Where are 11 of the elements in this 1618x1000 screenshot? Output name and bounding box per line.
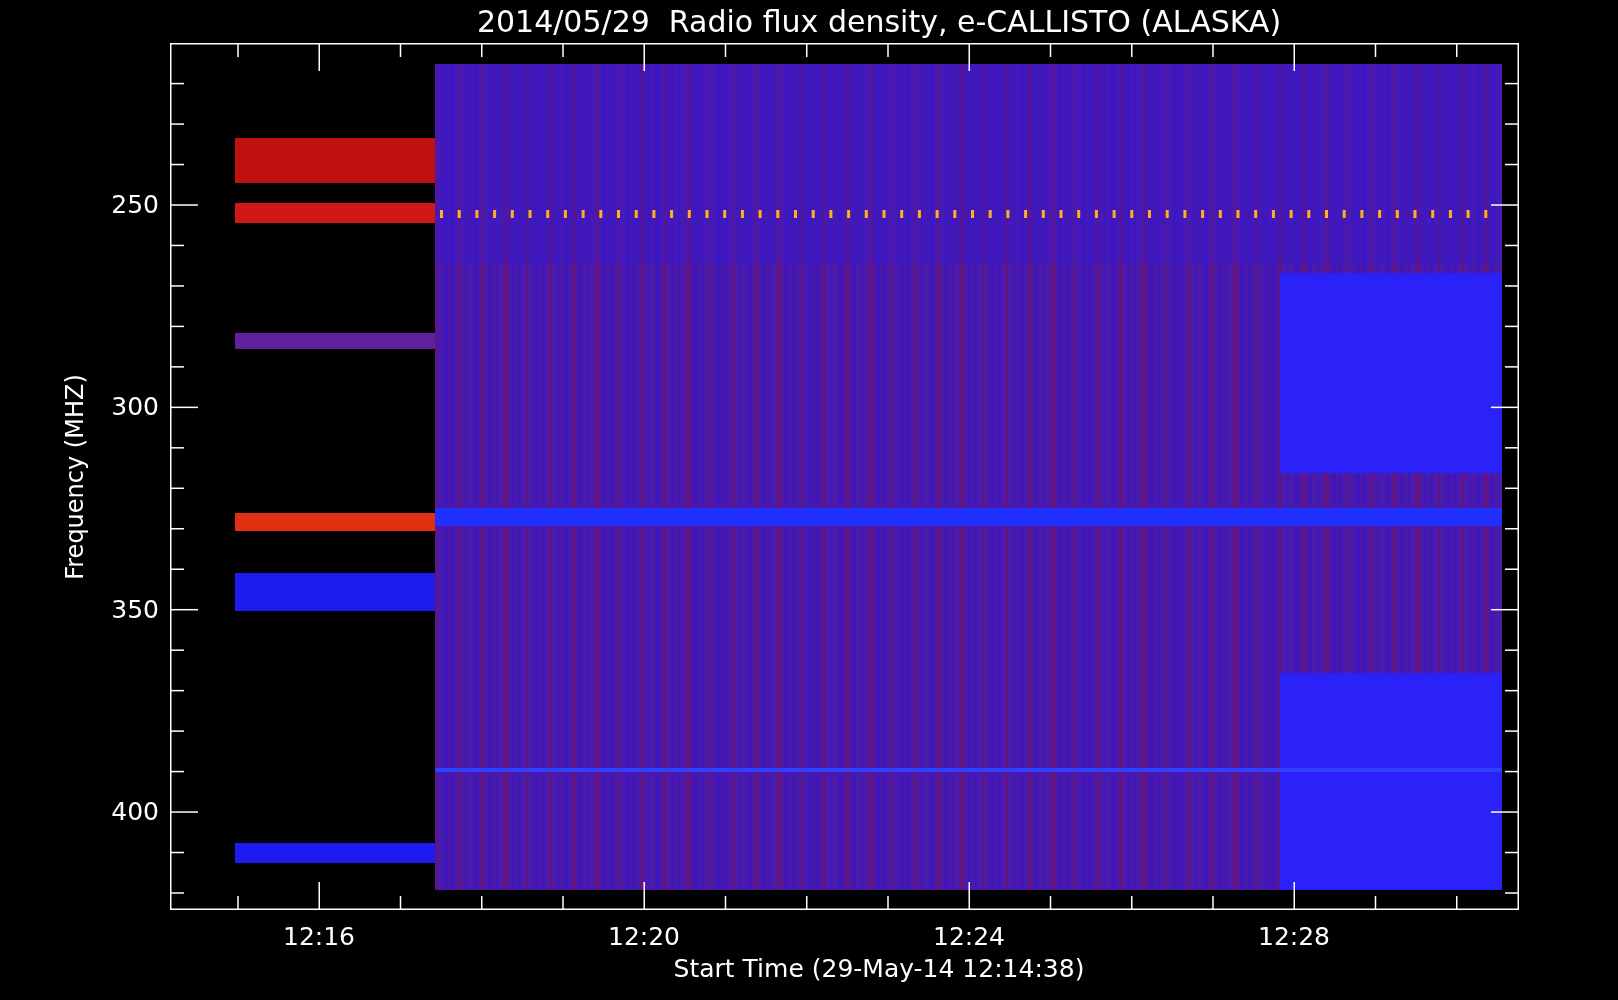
x-tick-label: 12:24 [933, 924, 1005, 949]
x-tick-label: 12:28 [1258, 924, 1330, 949]
y-tick-label: 350 [111, 596, 159, 622]
y-tick-label: 400 [111, 799, 159, 825]
y-axis-label: Frequency (MHZ) [60, 373, 90, 580]
y-tick-label: 300 [111, 394, 159, 420]
x-tick-label: 12:16 [283, 924, 355, 949]
x-axis-label: Start Time (29-May-14 12:14:38) [673, 956, 1085, 981]
chart-title: 2014/05/29 Radio flux density, e-CALLISTO (ALASKA) [476, 6, 1282, 37]
y-tick-label: 250 [111, 192, 159, 217]
x-tick-label: 12:20 [608, 924, 680, 949]
